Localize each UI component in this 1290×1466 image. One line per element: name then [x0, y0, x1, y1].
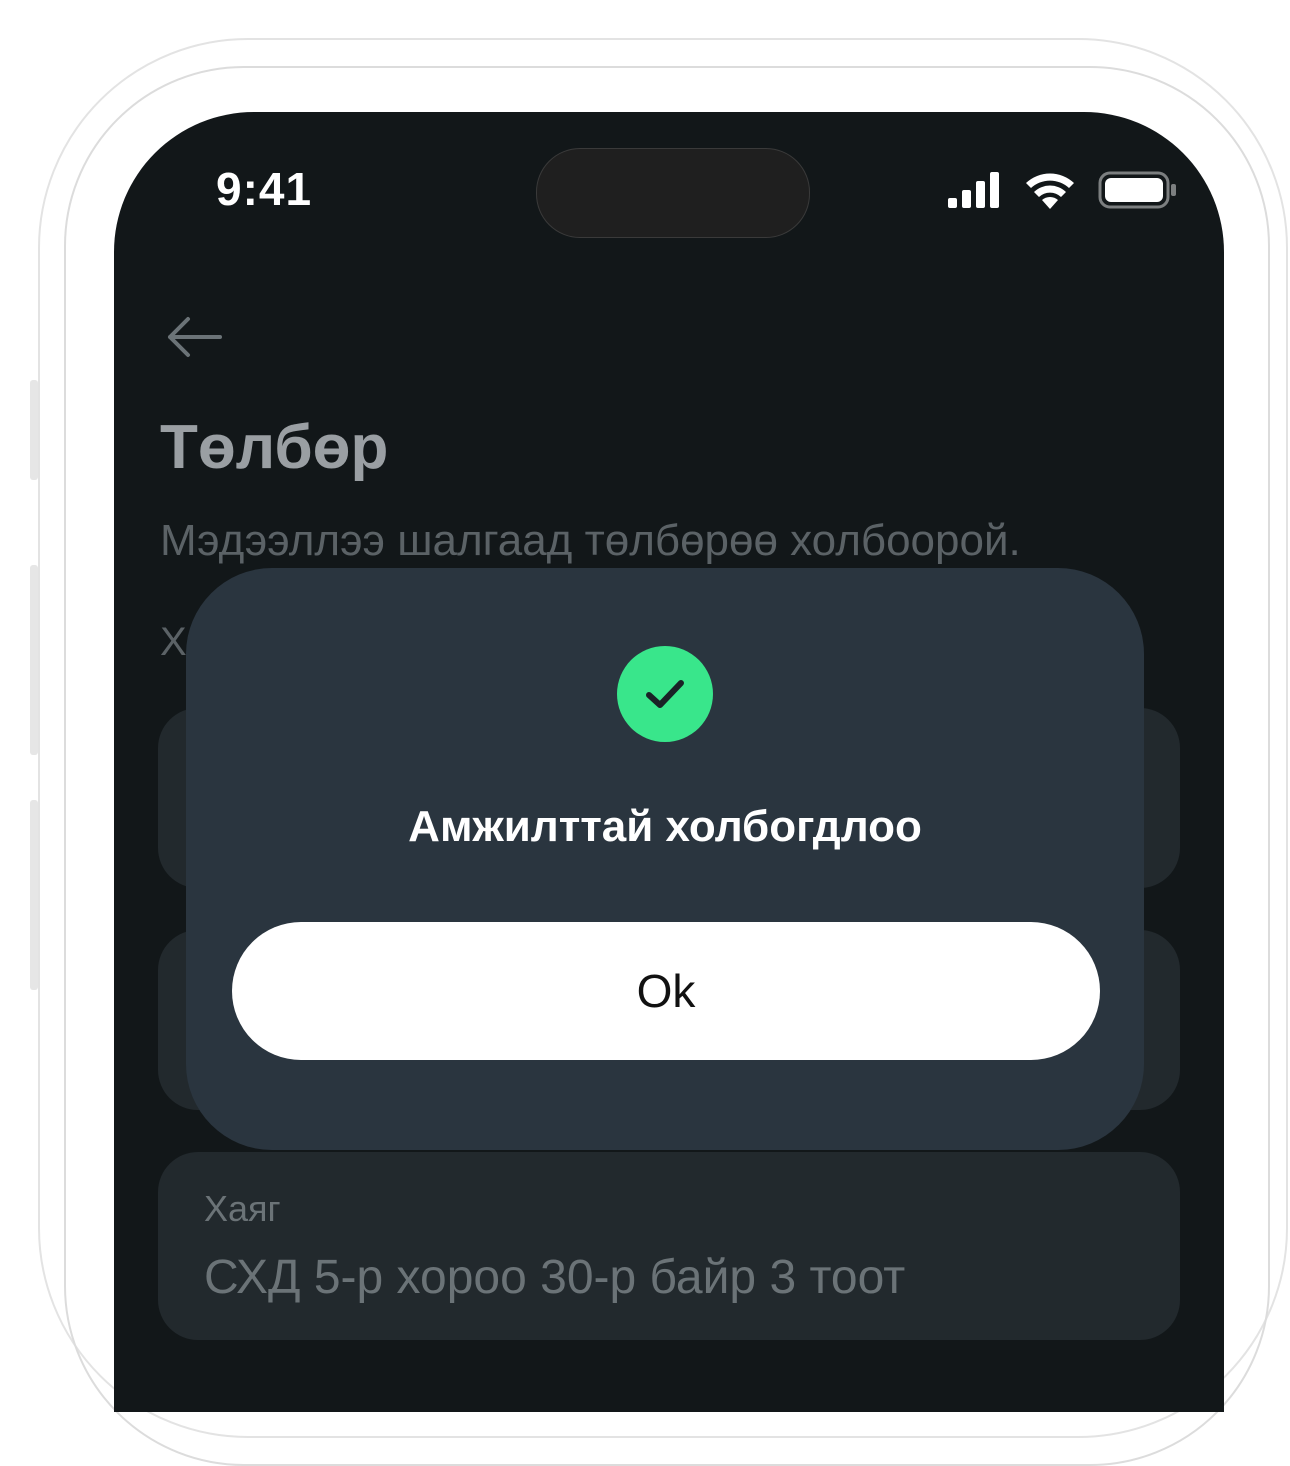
volume-down-button [30, 800, 38, 990]
page-subtitle: Мэдээллээ шалгаад төлбөрөө холбоорой. [160, 516, 1021, 565]
dynamic-island [536, 148, 810, 238]
status-icons [948, 170, 1178, 215]
cellular-signal-icon [948, 172, 1002, 213]
volume-up-button [30, 565, 38, 755]
battery-icon [1098, 170, 1178, 215]
success-dialog: Амжилттай холбогдлоо Ok [186, 568, 1144, 1150]
page-title: Төлбөр [160, 413, 389, 482]
wifi-icon [1024, 171, 1076, 214]
dialog-title: Амжилттай холбогдлоо [408, 802, 922, 851]
address-field[interactable]: Хаяг СХД 5-р хороо 30-р байр 3 тоот [158, 1152, 1180, 1340]
arrow-left-icon[interactable] [164, 312, 224, 362]
section-label: Х [160, 620, 187, 664]
address-value: СХД 5-р хороо 30-р байр 3 тоот [204, 1251, 906, 1304]
check-circle-icon [617, 646, 713, 742]
ok-button[interactable]: Ok [232, 922, 1100, 1060]
status-time: 9:41 [216, 163, 313, 215]
address-label: Хаяг [204, 1188, 281, 1229]
mute-switch [30, 380, 38, 480]
